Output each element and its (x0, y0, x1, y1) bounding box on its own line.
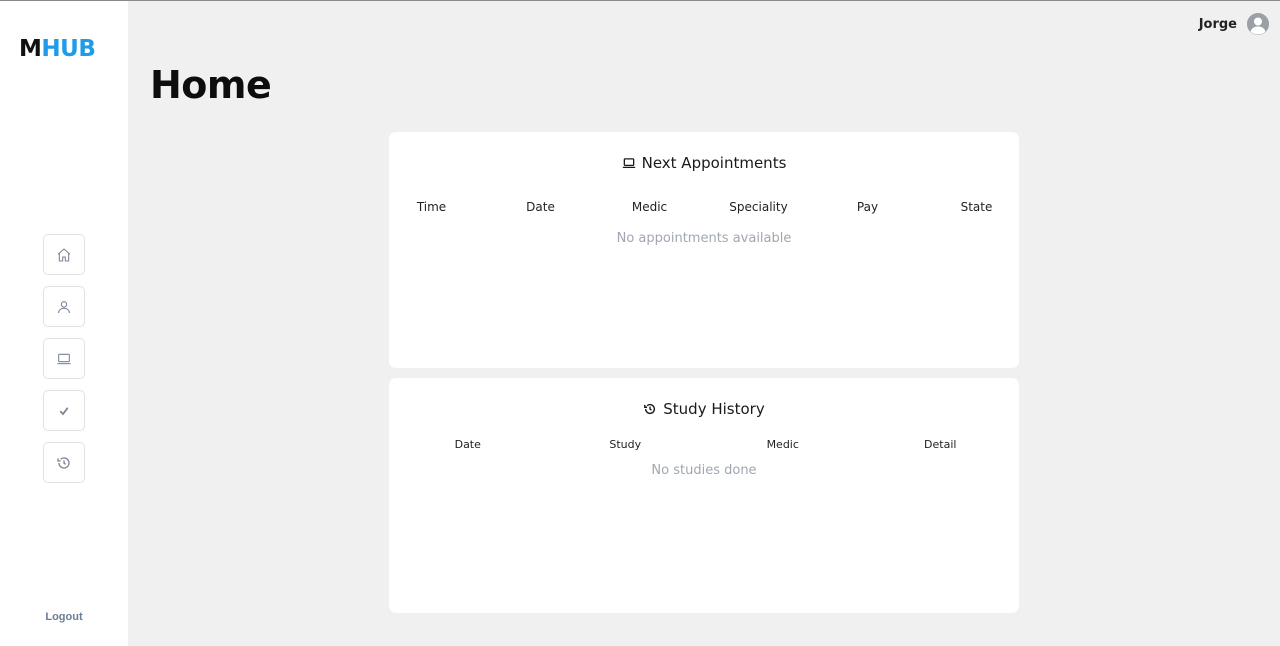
sidebar-item-history[interactable] (43, 442, 85, 483)
appointments-empty-message: No appointments available (616, 231, 792, 246)
column-header-medic: Medic (631, 200, 668, 214)
column-header-pay: Pay (856, 200, 879, 214)
study-history-title-text: Study History (663, 400, 765, 418)
appointments-card: Next Appointments Time Date Medic Specia… (389, 132, 1019, 368)
column-header-date: Date (526, 200, 555, 214)
sidebar: MHUB Logout (0, 1, 128, 646)
column-header-medic: Medic (766, 438, 799, 451)
home-icon (57, 247, 71, 262)
laptop-icon (622, 158, 635, 169)
page-title: Home (150, 63, 272, 107)
sidebar-item-home[interactable] (43, 234, 85, 275)
sidebar-nav (43, 234, 85, 483)
appointments-title-text: Next Appointments (641, 154, 787, 172)
app-logo[interactable]: MHUB (19, 35, 96, 63)
column-header-date: Date (454, 438, 481, 451)
logo-part-hub: HUB (41, 36, 96, 62)
study-history-empty-message: No studies done (651, 463, 757, 478)
user-icon (58, 300, 70, 313)
sidebar-item-appointments[interactable] (43, 338, 85, 379)
sidebar-item-profile[interactable] (43, 286, 85, 327)
laptop-icon (57, 353, 71, 364)
column-header-study: Study (609, 438, 642, 451)
column-header-detail: Detail (924, 438, 957, 451)
app-frame: MHUB Logout Jorge Home Next Appointments… (0, 0, 1280, 646)
column-header-time: Time (416, 200, 447, 214)
sidebar-item-studies[interactable] (43, 390, 85, 431)
logo-part-m: M (19, 36, 42, 62)
column-header-speciality: Speciality (729, 200, 788, 214)
study-history-card-title: Study History (389, 400, 1019, 418)
history-icon (57, 456, 70, 469)
avatar-icon (1247, 13, 1269, 35)
user-menu[interactable]: Jorge (1199, 13, 1269, 35)
check-icon (59, 406, 69, 415)
logout-link[interactable]: Logout (0, 611, 128, 623)
appointments-card-title: Next Appointments (389, 154, 1019, 172)
column-header-state: State (960, 200, 993, 214)
avatar[interactable] (1247, 13, 1269, 35)
study-history-table-header: Date Study Medic Detail (389, 438, 1019, 451)
study-history-card: Study History Date Study Medic Detail No… (389, 378, 1019, 613)
appointments-table-header: Time Date Medic Speciality Pay State (377, 200, 1031, 214)
user-name: Jorge (1198, 16, 1237, 32)
history-icon (644, 403, 656, 415)
